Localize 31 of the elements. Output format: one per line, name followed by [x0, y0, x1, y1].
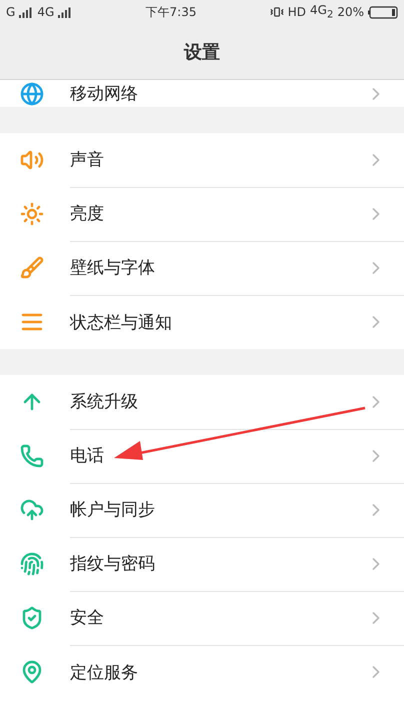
- page-title: 设置: [184, 40, 220, 64]
- hd-label: HD: [288, 5, 306, 19]
- signal-icon: [19, 6, 34, 18]
- network-label: 4G$_{2}$: [310, 3, 334, 21]
- item-label: 亮度: [70, 203, 105, 225]
- item-label: 壁纸与字体: [70, 257, 156, 279]
- item-label: 帐户与同步: [70, 499, 156, 521]
- battery-label: 20%: [337, 5, 364, 19]
- signal-label: G: [6, 5, 16, 19]
- clock: 下午7:35: [146, 4, 196, 20]
- signal-label: 4G: [37, 5, 54, 19]
- sun-icon: [20, 202, 44, 226]
- item-label: 定位服务: [70, 662, 139, 684]
- location-pin-icon: [20, 660, 44, 684]
- battery-icon: [368, 6, 398, 18]
- item-label: 电话: [70, 445, 105, 467]
- cloud-icon: [20, 498, 44, 522]
- shield-icon: [20, 606, 44, 630]
- brush-icon: [20, 256, 44, 280]
- globe-icon: [20, 82, 44, 106]
- signal-icon: [58, 6, 72, 18]
- item-label: 状态栏与通知: [70, 312, 173, 334]
- vibrate-icon: [270, 5, 284, 19]
- item-label: 声音: [70, 149, 105, 171]
- item-label: 安全: [70, 607, 105, 629]
- fingerprint-icon: [20, 552, 44, 576]
- item-label: 移动网络: [70, 83, 139, 105]
- phone-icon: [20, 444, 44, 468]
- speaker-icon: [20, 148, 44, 172]
- item-label: 系统升级: [70, 391, 139, 413]
- item-label: 指纹与密码: [70, 553, 156, 575]
